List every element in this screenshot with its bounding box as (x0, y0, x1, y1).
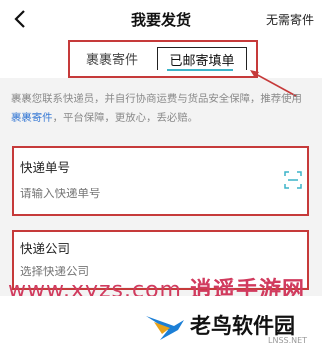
top-bar: 我要发货 无需寄件 (0, 0, 322, 38)
highlight-box-tracking (12, 146, 309, 216)
highlight-box-tabs (68, 40, 258, 78)
logo-domain: LNSS.NET (268, 336, 308, 345)
guoguo-shipping-link[interactable]: 裹裹寄件 (11, 112, 53, 124)
notice-text: 裹裹您联系快递员，并自行协商运费与货品安全保障，推荐使用裹裹寄件，平台保障，更放… (11, 90, 311, 128)
bird-logo-icon (146, 316, 184, 340)
notice-text-before: 裹裹您联系快递员，并自行协商运费与货品安全保障，推荐使用 (11, 93, 302, 105)
notice-text-after: ，平台保障，更放心，丢必赔。 (52, 112, 199, 124)
logo-watermark: 老鸟软件园 LNSS.NET (124, 304, 314, 352)
no-shipping-needed-link[interactable]: 无需寄件 (266, 11, 314, 28)
